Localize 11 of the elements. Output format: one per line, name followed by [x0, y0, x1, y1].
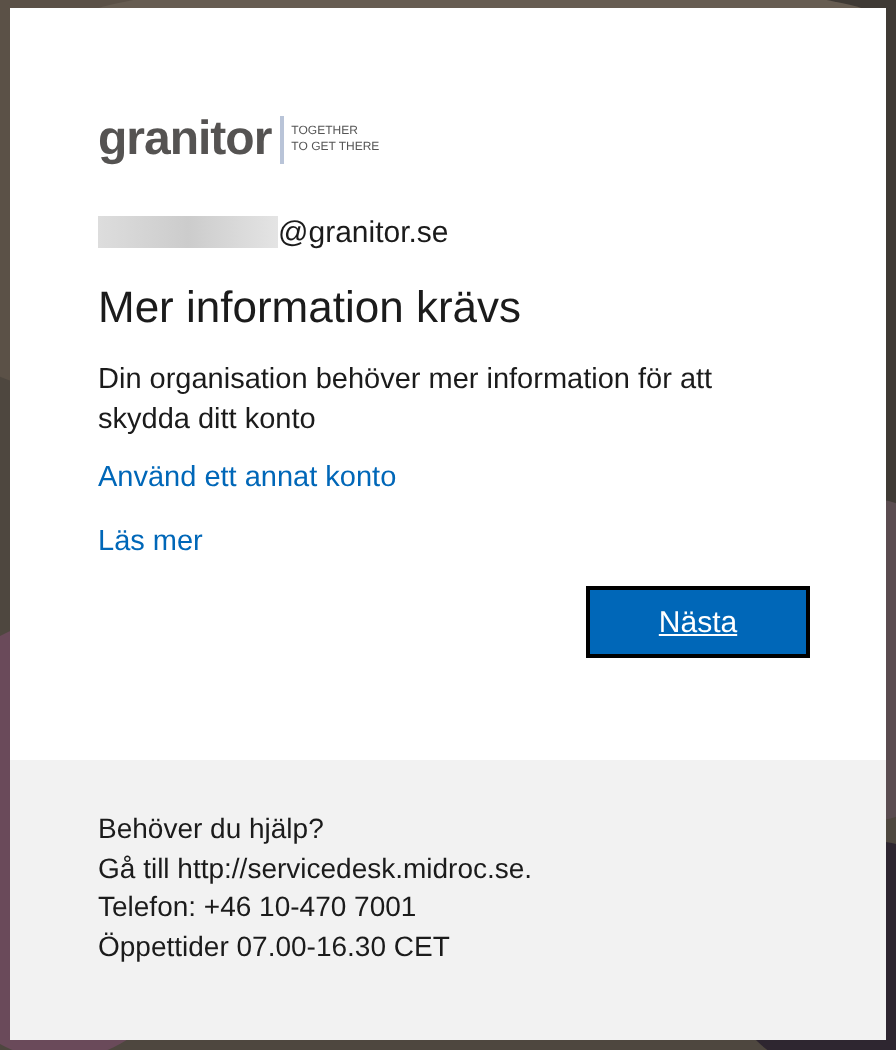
link[interactable]: Använd ett annat konto [98, 462, 397, 494]
next-button[interactable]: Nästa [586, 586, 810, 658]
account-email: @granitor.se [278, 215, 449, 249]
logo-wordmark: granitor [98, 112, 272, 168]
help-text: Gå till http://servicedesk.midroc.se. [98, 849, 535, 888]
dialog-title: Mer information krävs [98, 280, 522, 336]
message-text: Din organisation behöver mer information för att skydda ditt konto [98, 362, 715, 440]
help-text: Telefon: +46 10-470 7001 [98, 888, 419, 926]
help-text: Behöver du hjälp? [98, 810, 326, 848]
help-text: Öppettider 07.00-16.30 CET [98, 927, 452, 966]
link[interactable]: Läs mer [98, 526, 203, 558]
